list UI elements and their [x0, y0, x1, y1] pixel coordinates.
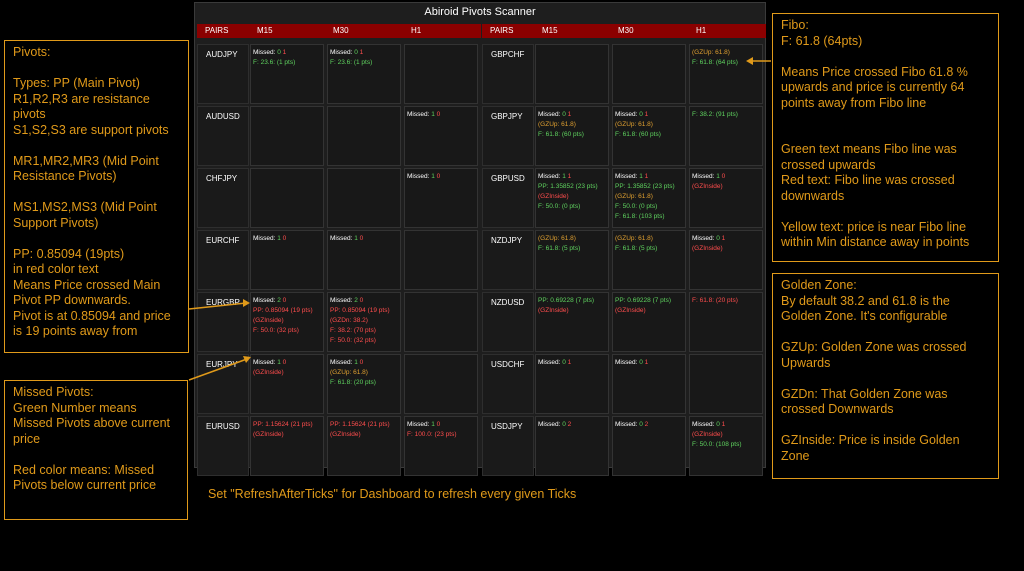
fibo-pointer-arrowhead	[746, 57, 753, 65]
missed-pointer-arrow	[188, 358, 248, 381]
callout-arrows	[188, 57, 771, 381]
pivot-pointer-arrow	[188, 302, 247, 310]
pivot-pointer-arrowhead	[243, 299, 250, 307]
